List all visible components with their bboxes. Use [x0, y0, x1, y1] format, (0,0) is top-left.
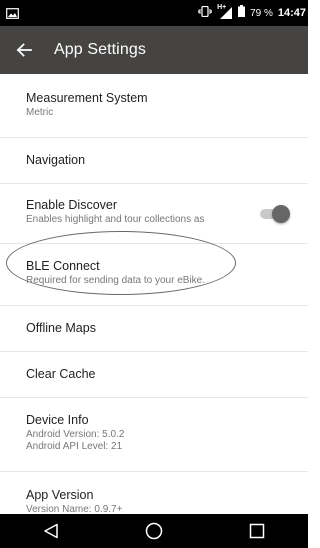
enable-discover-toggle[interactable] — [258, 204, 290, 224]
clock: 14:47 — [277, 7, 306, 19]
setting-title: BLE Connect — [26, 259, 100, 273]
setting-subtitle: Metric — [26, 107, 54, 118]
image-notification-icon — [6, 6, 19, 24]
status-bar: H+ 79 % 14:47 — [0, 0, 308, 26]
network-type-label: H+ — [217, 4, 227, 11]
toggle-thumb — [272, 205, 290, 223]
setting-measurement-system[interactable]: Measurement System Metric — [0, 74, 308, 138]
square-recents-icon — [249, 523, 264, 539]
system-nav-bar — [0, 514, 308, 548]
nav-home-button[interactable] — [134, 514, 174, 548]
setting-device-info[interactable]: Device Info Android Version: 5.0.2 Andro… — [0, 398, 308, 472]
setting-enable-discover[interactable]: Enable Discover Enables highlight and to… — [0, 184, 308, 244]
battery-percent: 79 % — [250, 7, 273, 19]
nav-back-button[interactable] — [31, 514, 71, 548]
setting-subtitle: Android Version: 5.0.2 — [26, 429, 125, 440]
setting-title: Clear Cache — [26, 367, 96, 381]
setting-subtitle: Required for sending data to your eBike. — [26, 275, 205, 286]
app-bar: App Settings — [0, 26, 308, 74]
setting-title: App Version — [26, 488, 94, 502]
vibrate-icon — [198, 4, 212, 22]
setting-offline-maps[interactable]: Offline Maps — [0, 306, 308, 352]
setting-ble-connect[interactable]: BLE Connect Required for sending data to… — [0, 244, 308, 306]
setting-subtitle-secondary: Android API Level: 21 — [26, 441, 123, 452]
circle-home-icon — [145, 522, 163, 540]
setting-title: Device Info — [26, 413, 89, 427]
setting-title: Offline Maps — [26, 321, 96, 335]
setting-clear-cache[interactable]: Clear Cache — [0, 352, 308, 398]
triangle-back-icon — [44, 523, 59, 539]
setting-title: Navigation — [26, 153, 86, 167]
signal-icon: H+ — [217, 4, 233, 20]
battery-icon — [238, 4, 246, 22]
arrow-left-icon — [16, 43, 32, 57]
nav-recents-button[interactable] — [237, 514, 277, 548]
setting-title: Measurement System — [26, 91, 148, 105]
back-button[interactable] — [2, 26, 46, 74]
setting-navigation[interactable]: Navigation — [0, 138, 308, 184]
app-settings-screen: H+ 79 % 14:47 App Settings Measurement S… — [0, 0, 308, 548]
page-title: App Settings — [54, 41, 146, 58]
